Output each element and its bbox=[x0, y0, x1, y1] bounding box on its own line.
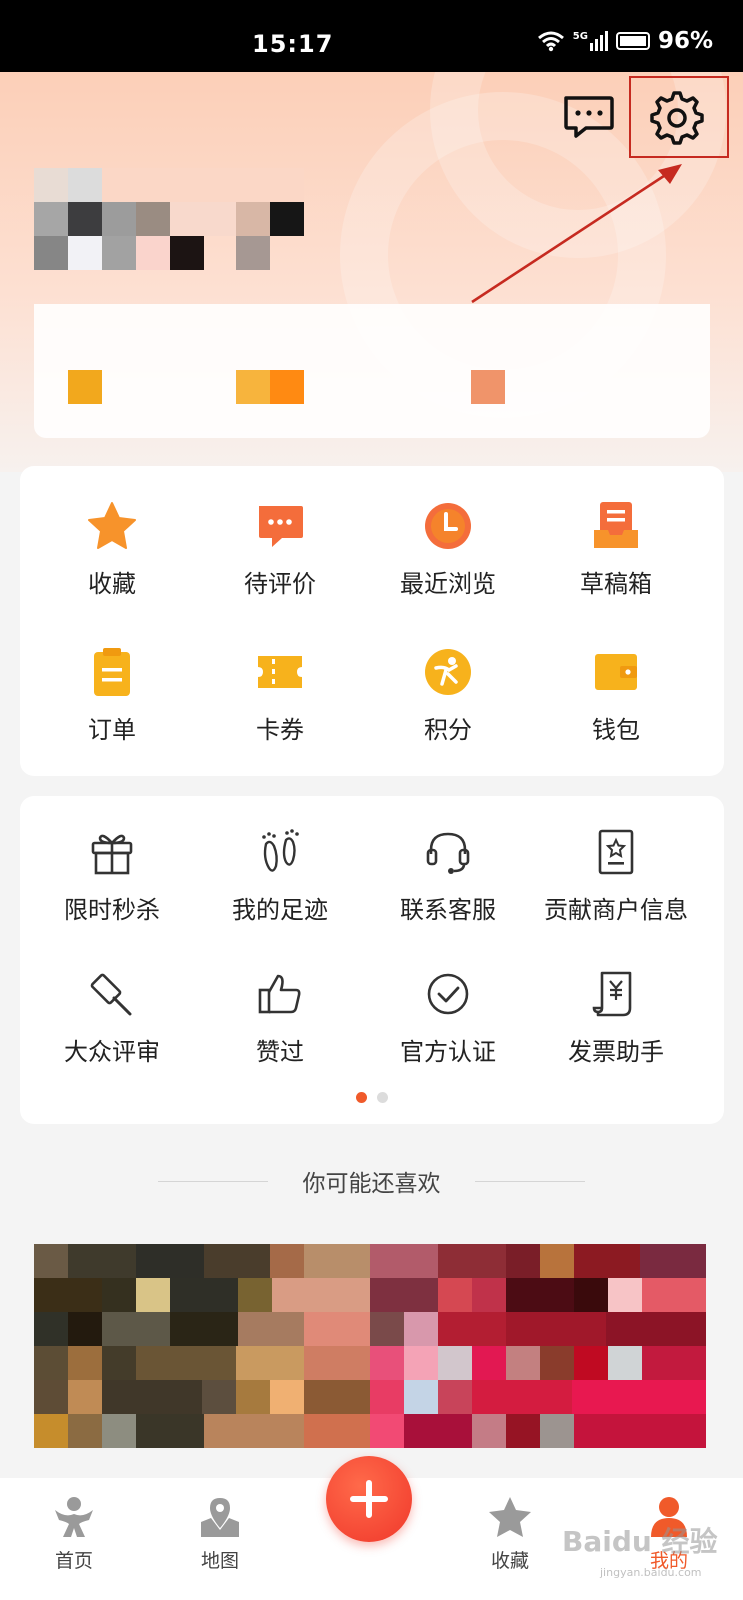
points-icon bbox=[425, 649, 471, 695]
grid-item-label: 待评价 bbox=[244, 570, 316, 598]
tab-label: 收藏 bbox=[490, 1550, 529, 1572]
grid-item-public-review[interactable]: 大众评审 bbox=[26, 968, 198, 1067]
page-dot[interactable] bbox=[377, 1092, 388, 1103]
map-pin-icon bbox=[201, 1498, 239, 1537]
wifi-icon bbox=[537, 31, 564, 52]
tab-label: 首页 bbox=[54, 1550, 93, 1572]
gavel-icon bbox=[90, 973, 132, 1016]
grid-item-label: 订单 bbox=[88, 716, 136, 744]
grid-item-official-cert[interactable]: 官方认证 bbox=[362, 968, 534, 1067]
order-clipboard-icon bbox=[94, 648, 130, 696]
grid-item-label: 官方认证 bbox=[400, 1038, 496, 1066]
invoice-icon bbox=[592, 971, 632, 1017]
page-indicator bbox=[20, 1088, 724, 1107]
user-stats-panel[interactable] bbox=[34, 304, 710, 438]
wallet-icon bbox=[595, 654, 637, 690]
services-card: 限时秒杀 我的足迹 联系客服 贡献商户信息 大众评审 赞过 官方认证 发票助手 bbox=[20, 796, 724, 1124]
tab-favorites[interactable]: 收藏 bbox=[460, 1496, 560, 1573]
divider-line bbox=[475, 1181, 585, 1182]
tab-home[interactable]: 首页 bbox=[24, 1496, 124, 1573]
recommend-image-right[interactable] bbox=[370, 1244, 706, 1448]
grid-item-wallet[interactable]: 钱包 bbox=[530, 646, 702, 745]
comment-icon bbox=[259, 506, 303, 547]
grid-item-contribute-merchant[interactable]: 贡献商户信息 bbox=[530, 826, 702, 925]
grid-item-flash-sale[interactable]: 限时秒杀 bbox=[26, 826, 198, 925]
signal-icon: 5G bbox=[573, 31, 608, 51]
grid-item-label: 收藏 bbox=[88, 570, 136, 598]
network-type: 5G bbox=[572, 31, 588, 42]
status-indicators: 5G 96% bbox=[537, 28, 713, 54]
grid-item-label: 积分 bbox=[424, 716, 472, 744]
grid-item-label: 联系客服 bbox=[400, 896, 496, 924]
plus-icon bbox=[350, 1480, 388, 1518]
star-icon bbox=[88, 502, 136, 549]
grid-item-drafts[interactable]: 草稿箱 bbox=[530, 500, 702, 599]
status-bar: 15:17 5G 96% bbox=[0, 0, 743, 72]
grid-item-label: 钱包 bbox=[592, 716, 640, 744]
grid-item-pending-review[interactable]: 待评价 bbox=[194, 500, 366, 599]
recommend-title: 你可能还喜欢 bbox=[302, 1171, 441, 1197]
gift-icon bbox=[91, 834, 133, 875]
page-dot-active[interactable] bbox=[356, 1092, 367, 1103]
watermark-url: jingyan.baidu.com bbox=[600, 1566, 702, 1579]
add-button[interactable] bbox=[326, 1456, 412, 1542]
grid-item-customer-service[interactable]: 联系客服 bbox=[362, 826, 534, 925]
annotation-arrow bbox=[471, 164, 682, 304]
merchant-info-icon bbox=[598, 829, 634, 875]
grid-item-label: 贡献商户信息 bbox=[544, 896, 688, 924]
home-figure-icon bbox=[55, 1497, 93, 1537]
grid-item-invoice-helper[interactable]: 发票助手 bbox=[530, 968, 702, 1067]
grid-item-footprints[interactable]: 我的足迹 bbox=[194, 826, 366, 925]
grid-item-orders[interactable]: 订单 bbox=[26, 646, 198, 745]
tab-label: 地图 bbox=[200, 1550, 239, 1572]
clock-icon bbox=[425, 503, 471, 549]
status-time: 15:17 bbox=[252, 30, 334, 58]
message-icon[interactable] bbox=[560, 92, 616, 142]
grid-item-points[interactable]: 积分 bbox=[362, 646, 534, 745]
battery-icon bbox=[615, 32, 650, 50]
grid-item-favorites[interactable]: 收藏 bbox=[26, 500, 198, 599]
grid-item-label: 大众评审 bbox=[64, 1038, 160, 1066]
draft-box-icon bbox=[594, 502, 638, 548]
thumbs-up-icon bbox=[258, 974, 301, 1014]
footprint-icon bbox=[262, 829, 299, 872]
grid-item-liked[interactable]: 赞过 bbox=[194, 968, 366, 1067]
grid-item-label: 限时秒杀 bbox=[64, 896, 160, 924]
recommend-image-left[interactable] bbox=[34, 1244, 370, 1448]
settings-highlight-box bbox=[629, 76, 729, 158]
grid-item-label: 发票助手 bbox=[568, 1038, 664, 1066]
headset-icon bbox=[426, 832, 470, 874]
star-tab-icon bbox=[489, 1497, 531, 1537]
grid-item-label: 我的足迹 bbox=[232, 896, 328, 924]
tab-map[interactable]: 地图 bbox=[170, 1496, 270, 1573]
grid-item-coupons[interactable]: 卡券 bbox=[194, 646, 366, 745]
avatar[interactable] bbox=[34, 168, 304, 270]
battery-percent: 96% bbox=[657, 28, 713, 54]
shortcuts-card: 收藏 待评价 最近浏览 草稿箱 订单 卡券 积分 钱包 bbox=[20, 466, 724, 776]
grid-item-label: 草稿箱 bbox=[580, 570, 652, 598]
coupon-ticket-icon bbox=[258, 656, 302, 688]
grid-item-label: 赞过 bbox=[256, 1038, 304, 1066]
watermark: Baidu 经验 bbox=[562, 1525, 718, 1558]
check-circle-icon bbox=[427, 973, 469, 1015]
grid-item-label: 卡券 bbox=[256, 716, 304, 744]
grid-item-recent-browse[interactable]: 最近浏览 bbox=[362, 500, 534, 599]
grid-item-label: 最近浏览 bbox=[400, 570, 496, 598]
